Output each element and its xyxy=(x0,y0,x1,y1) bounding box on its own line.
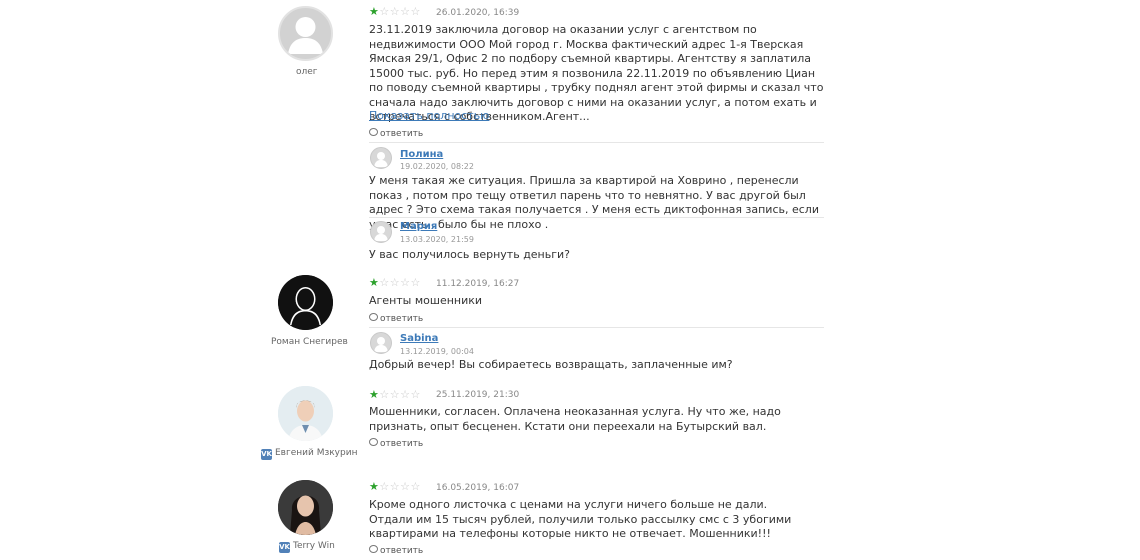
review-date: 11.12.2019, 16:27 xyxy=(436,279,520,289)
comment-date: 13.03.2020, 21:59 xyxy=(400,235,474,244)
author-name[interactable]: VK Евгений Мзкурин xyxy=(261,448,357,460)
star-icon: ★ xyxy=(369,388,380,401)
star-icon: ☆☆☆☆ xyxy=(379,480,421,493)
divider xyxy=(369,327,824,328)
author-name[interactable]: VK Terry Win xyxy=(279,541,335,553)
review-text: Мошенники, согласен. Оплачена неоказанна… xyxy=(369,405,781,433)
author-name-text: Terry Win xyxy=(293,541,335,551)
star-icon: ☆☆☆☆ xyxy=(379,5,421,18)
star-icon: ☆☆☆☆ xyxy=(379,388,421,401)
author-avatar[interactable] xyxy=(278,6,333,61)
review-date: 16.05.2019, 16:07 xyxy=(436,483,520,493)
reply-label: ответить xyxy=(380,129,424,139)
star-icon: ★ xyxy=(369,276,380,289)
comment-text: Добрый вечер! Вы собираетесь возвращать,… xyxy=(369,358,733,371)
rating-stars: ★☆☆☆☆ xyxy=(369,389,421,401)
user-silhouette-icon xyxy=(288,17,323,54)
show-more-link[interactable]: Показать полностью xyxy=(369,109,489,122)
author-name-text: Евгений Мзкурин xyxy=(275,448,358,458)
comment-author-link[interactable]: Sabina xyxy=(400,333,438,344)
reply-label: ответить xyxy=(380,546,424,556)
star-icon: ★ xyxy=(369,5,380,18)
comment-date: 19.02.2020, 08:22 xyxy=(400,162,474,171)
vk-icon: VK xyxy=(261,449,272,460)
star-icon: ☆☆☆☆ xyxy=(379,276,421,289)
comment-avatar xyxy=(370,221,392,243)
comment-text: У вас получилось вернуть деньги? xyxy=(369,248,571,261)
author-name[interactable]: Роман Снегирев xyxy=(271,337,348,347)
reply-label: ответить xyxy=(380,314,424,324)
divider xyxy=(369,217,824,218)
review-date: 25.11.2019, 21:30 xyxy=(436,390,520,400)
user-silhouette-icon xyxy=(374,226,388,241)
user-photo-icon xyxy=(278,386,333,441)
review-text: Агенты мошенники xyxy=(369,294,483,307)
reply-button[interactable]: ответить xyxy=(369,438,423,449)
comment-avatar xyxy=(370,332,392,354)
comment-avatar xyxy=(370,147,392,169)
comment-author-link[interactable]: Полина xyxy=(400,149,443,160)
user-silhouette-icon xyxy=(374,152,388,167)
review-date: 26.01.2020, 16:39 xyxy=(436,8,520,18)
divider xyxy=(369,142,824,143)
user-silhouette-icon xyxy=(374,337,388,352)
reply-button[interactable]: ответить xyxy=(369,313,423,324)
speech-bubble-icon xyxy=(369,545,378,553)
comment-author-link[interactable]: Мария xyxy=(400,221,437,232)
author-avatar[interactable] xyxy=(278,386,333,441)
reply-button[interactable]: ответить xyxy=(369,545,423,556)
vk-icon: VK xyxy=(279,542,290,553)
speech-bubble-icon xyxy=(369,438,378,446)
rating-stars: ★☆☆☆☆ xyxy=(369,277,421,289)
speech-bubble-icon xyxy=(369,313,378,321)
author-name[interactable]: олег xyxy=(296,67,318,77)
speech-bubble-icon xyxy=(369,128,378,136)
author-avatar[interactable] xyxy=(278,275,333,330)
review-text: Кроме одного листочка с ценами на услуги… xyxy=(369,498,792,540)
reply-button[interactable]: ответить xyxy=(369,128,423,139)
comment-date: 13.12.2019, 00:04 xyxy=(400,347,474,356)
star-icon: ★ xyxy=(369,480,380,493)
reply-label: ответить xyxy=(380,439,424,449)
user-photo-icon xyxy=(278,480,333,535)
author-avatar[interactable] xyxy=(278,480,333,535)
rating-stars: ★☆☆☆☆ xyxy=(369,481,421,493)
user-silhouette-icon xyxy=(278,275,333,330)
rating-stars: ★☆☆☆☆ xyxy=(369,6,421,18)
